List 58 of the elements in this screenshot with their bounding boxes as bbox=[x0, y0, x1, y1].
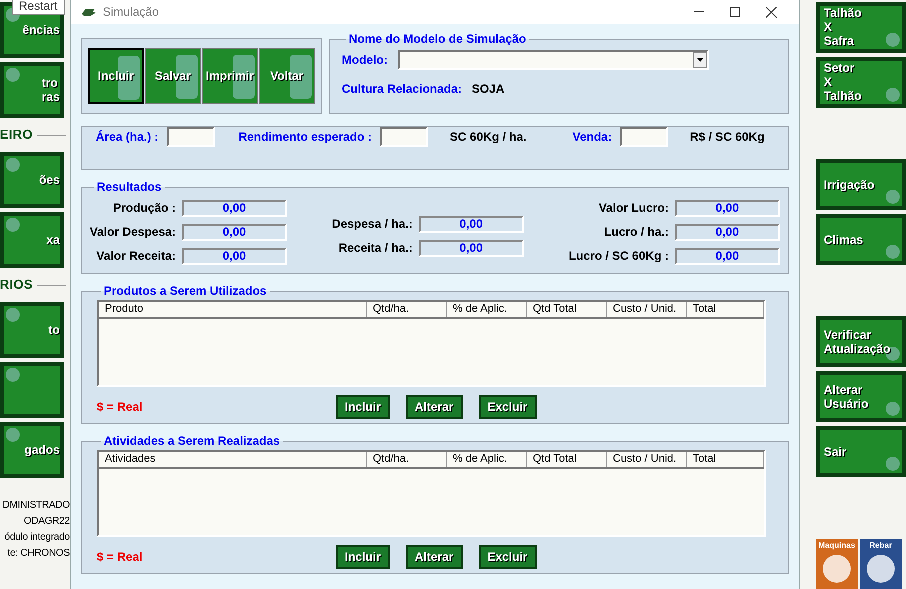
group-title: Resultados bbox=[96, 179, 163, 196]
tile-label: Alterar bbox=[824, 382, 864, 397]
legend-note: $ = Real bbox=[97, 549, 144, 566]
tile-label: Verificar bbox=[824, 328, 872, 342]
readonly-field: 0,00 bbox=[182, 248, 288, 264]
field-label: Valor Receita: bbox=[96, 248, 176, 265]
tile-label: Safra bbox=[824, 34, 856, 48]
group-title: Atividades a Serem Realizadas bbox=[103, 433, 282, 450]
section-heading: EIRO bbox=[0, 126, 34, 144]
tile-label: tro bbox=[42, 76, 59, 90]
readonly-field: 0,00 bbox=[182, 200, 288, 216]
field-label: Produção : bbox=[113, 200, 176, 217]
section-heading: RIOS bbox=[0, 276, 34, 294]
info-line: ODAGR22 bbox=[24, 515, 70, 529]
info-line: te: CHRONOS bbox=[8, 547, 70, 561]
tile-label: gados bbox=[24, 443, 60, 457]
info-line: DMINISTRADO bbox=[2, 499, 70, 513]
tile-label: Usuário bbox=[824, 396, 869, 411]
group-title: Produtos a Serem Utilizados bbox=[103, 283, 268, 300]
legend-note: $ = Real bbox=[97, 399, 144, 416]
tile-label: Setor bbox=[824, 61, 856, 76]
readonly-field: 0,00 bbox=[674, 248, 780, 264]
tile-label: Talhão bbox=[824, 6, 862, 20]
tile-label: Irrigação bbox=[824, 178, 875, 192]
tile-label: ras bbox=[42, 90, 60, 104]
tile-label: X bbox=[824, 75, 834, 90]
field-value: SOJA bbox=[472, 81, 505, 98]
field-label: Lucro / ha.: bbox=[604, 224, 669, 241]
unit-label: R$ / SC 60Kg bbox=[690, 129, 765, 146]
readonly-field: 0,00 bbox=[674, 200, 780, 216]
readonly-field: 0,00 bbox=[182, 224, 288, 240]
field-label: Cultura Relacionada: bbox=[342, 81, 462, 98]
field-label: Valor Despesa: bbox=[90, 224, 176, 241]
tile-label: Sair bbox=[824, 444, 847, 459]
tile-label: Climas bbox=[824, 232, 864, 246]
readonly-field: 0,00 bbox=[418, 240, 524, 256]
field-label: Receita / ha.: bbox=[338, 240, 413, 257]
field-label: Despesa / ha.: bbox=[332, 216, 413, 233]
tile-label: xa bbox=[46, 233, 60, 247]
field-label: Área (ha.) : bbox=[96, 129, 159, 146]
tile-label: X bbox=[824, 20, 834, 34]
tile-label: ências bbox=[22, 23, 60, 37]
tile-label: Talhão bbox=[824, 89, 862, 104]
field-label: Venda: bbox=[572, 129, 612, 146]
readonly-field: 0,00 bbox=[418, 216, 524, 232]
unit-label: SC 60Kg / ha. bbox=[450, 129, 527, 146]
tile-label: ões bbox=[39, 173, 60, 187]
readonly-field: 0,00 bbox=[674, 224, 780, 240]
field-label: Lucro / SC 60Kg : bbox=[568, 248, 669, 265]
field-label: Valor Lucro: bbox=[598, 200, 669, 217]
field-label: Modelo: bbox=[342, 52, 388, 69]
info-line: ódulo integrado bbox=[4, 531, 70, 545]
field-label: Rendimento esperado : bbox=[238, 129, 372, 146]
group-title: Nome do Modelo de Simulação bbox=[348, 31, 528, 48]
tile-label: Atualização bbox=[824, 342, 891, 356]
window-title: Simulação bbox=[103, 4, 160, 21]
tooltip: Restart bbox=[12, 0, 65, 15]
tile-label: to bbox=[48, 323, 60, 337]
